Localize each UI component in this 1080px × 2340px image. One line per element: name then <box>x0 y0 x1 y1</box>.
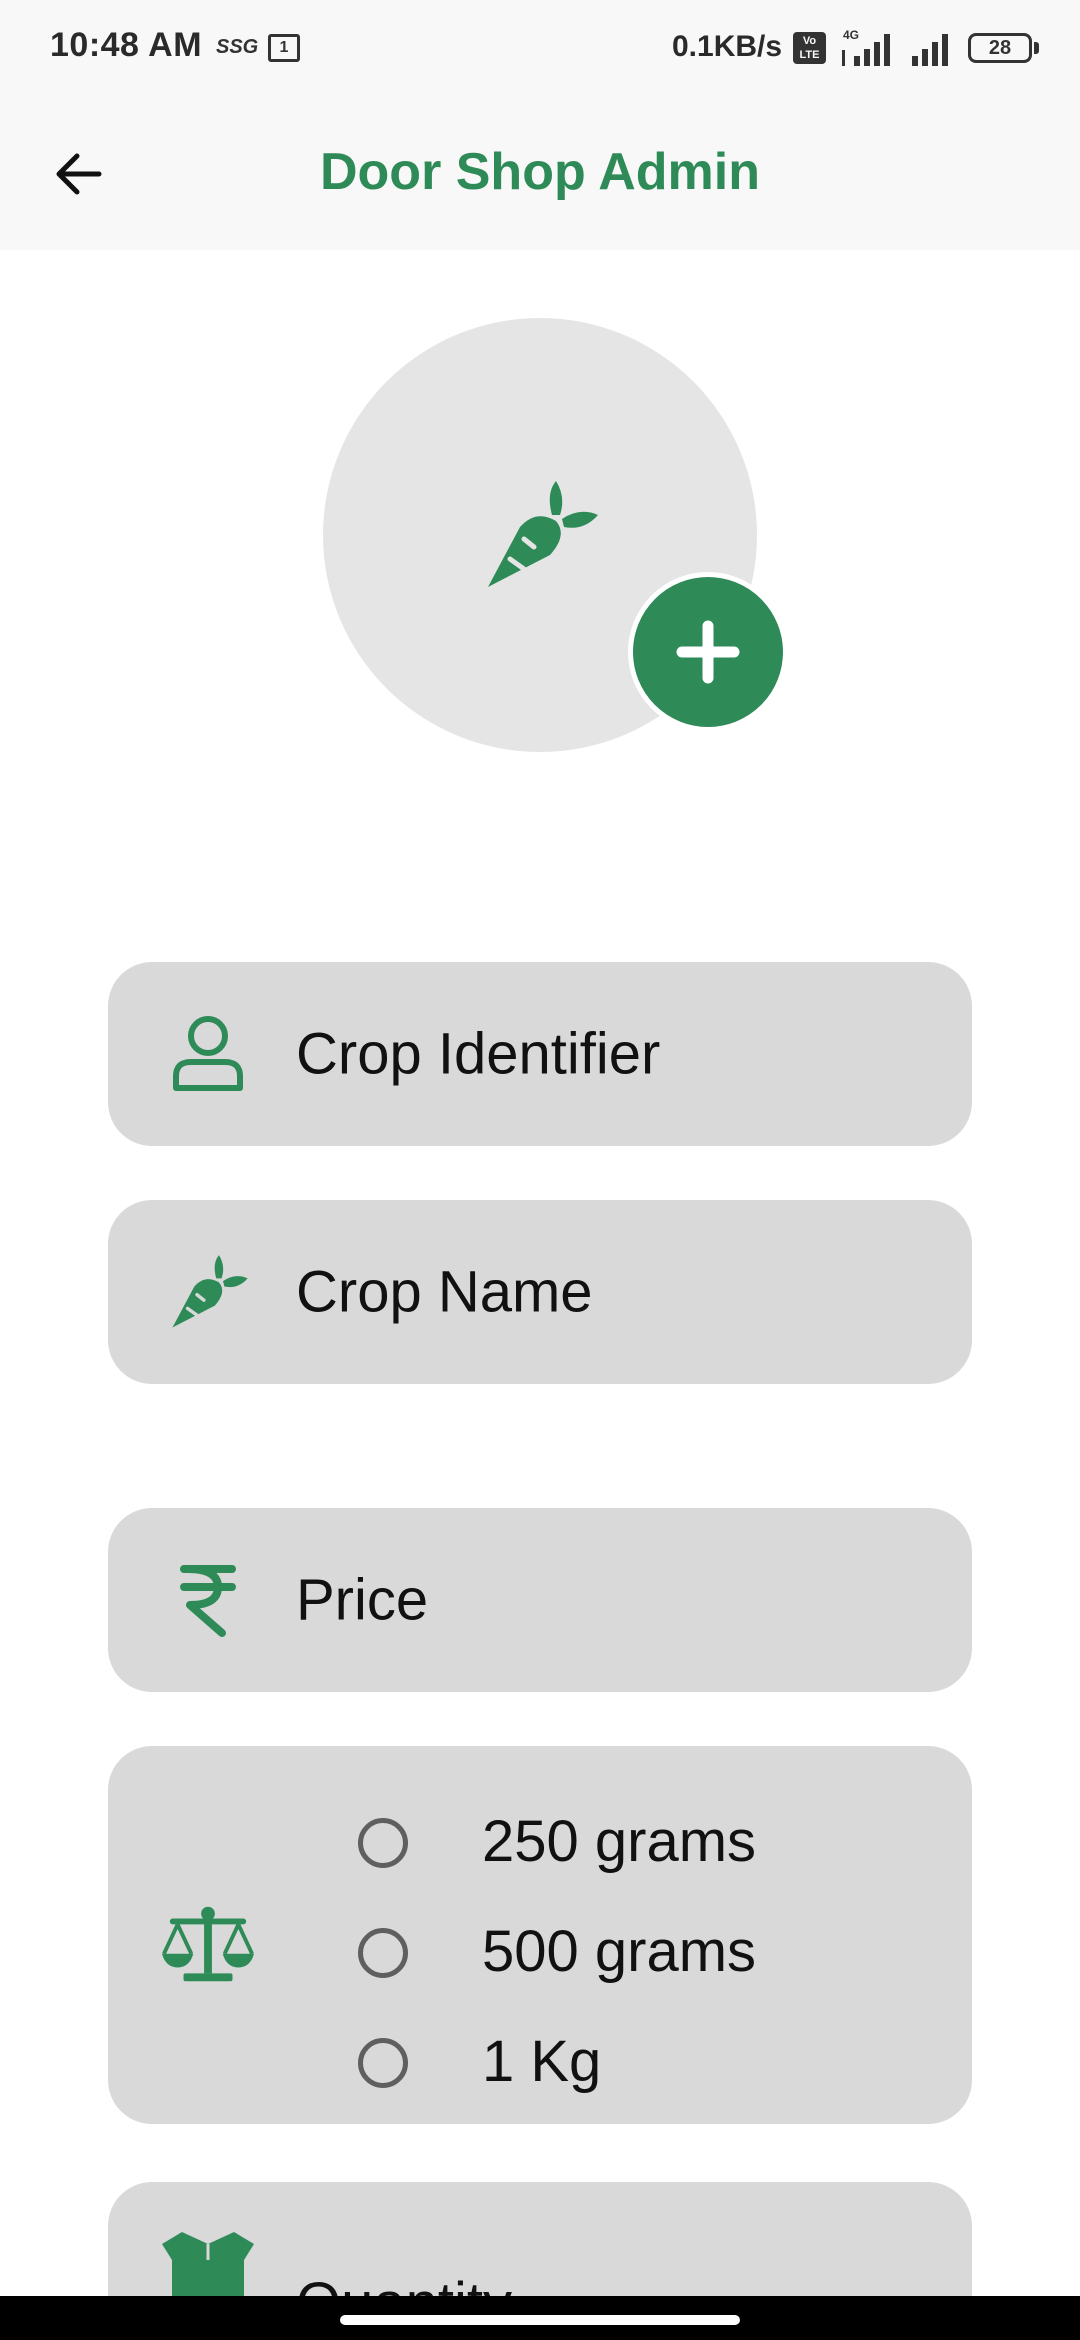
ssg-indicator: SSG <box>216 36 259 58</box>
price-placeholder: Price <box>296 1567 429 1633</box>
add-image-button[interactable] <box>628 572 788 732</box>
radio-button[interactable] <box>358 2038 408 2088</box>
radio-button[interactable] <box>358 1928 408 1978</box>
weight-option-500g[interactable]: 500 grams <box>358 1908 918 1998</box>
carrot-icon <box>488 481 598 587</box>
battery-icon: 28 <box>968 33 1032 63</box>
radio-label: 1 Kg <box>482 2029 602 2094</box>
signal-strength-icon <box>912 34 948 66</box>
network-speed: 0.1KB/s <box>672 30 783 63</box>
person-icon <box>173 1016 243 1091</box>
status-bar: 10:48 AM SSG 1 0.1KB/s Vo LTE 4G 28 <box>0 0 1080 96</box>
radio-label: 250 grams <box>482 1809 757 1874</box>
radio-button[interactable] <box>358 1818 408 1868</box>
page-title: Door Shop Admin <box>319 143 761 201</box>
crop-name-field[interactable]: Crop Name <box>108 1200 972 1384</box>
battery-tip <box>1034 42 1039 54</box>
balance-scale-icon <box>161 1906 255 1982</box>
calendar-notification-icon: 1 <box>268 34 300 62</box>
weight-selector: 250 grams 500 grams 1 Kg <box>108 1746 972 2124</box>
home-gesture-handle[interactable] <box>340 2315 740 2325</box>
crop-identifier-placeholder: Crop Identifier <box>296 1021 661 1087</box>
status-time: 10:48 AM <box>50 26 203 64</box>
system-nav-bar <box>0 2296 1080 2340</box>
app-bar: Door Shop Admin <box>0 96 1080 250</box>
crop-identifier-field[interactable]: Crop Identifier <box>108 962 972 1146</box>
radio-label: 500 grams <box>482 1919 757 1984</box>
signal-strength-icon <box>842 34 890 66</box>
price-field[interactable]: Price <box>108 1508 972 1692</box>
rupee-icon <box>180 1565 236 1637</box>
crop-name-placeholder: Crop Name <box>296 1259 593 1325</box>
weight-option-250g[interactable]: 250 grams <box>358 1798 918 1888</box>
weight-option-1kg[interactable]: 1 Kg <box>358 2018 918 2108</box>
plus-icon <box>676 620 740 684</box>
carrot-icon <box>172 1255 248 1328</box>
volte-icon: Vo LTE <box>793 32 826 64</box>
